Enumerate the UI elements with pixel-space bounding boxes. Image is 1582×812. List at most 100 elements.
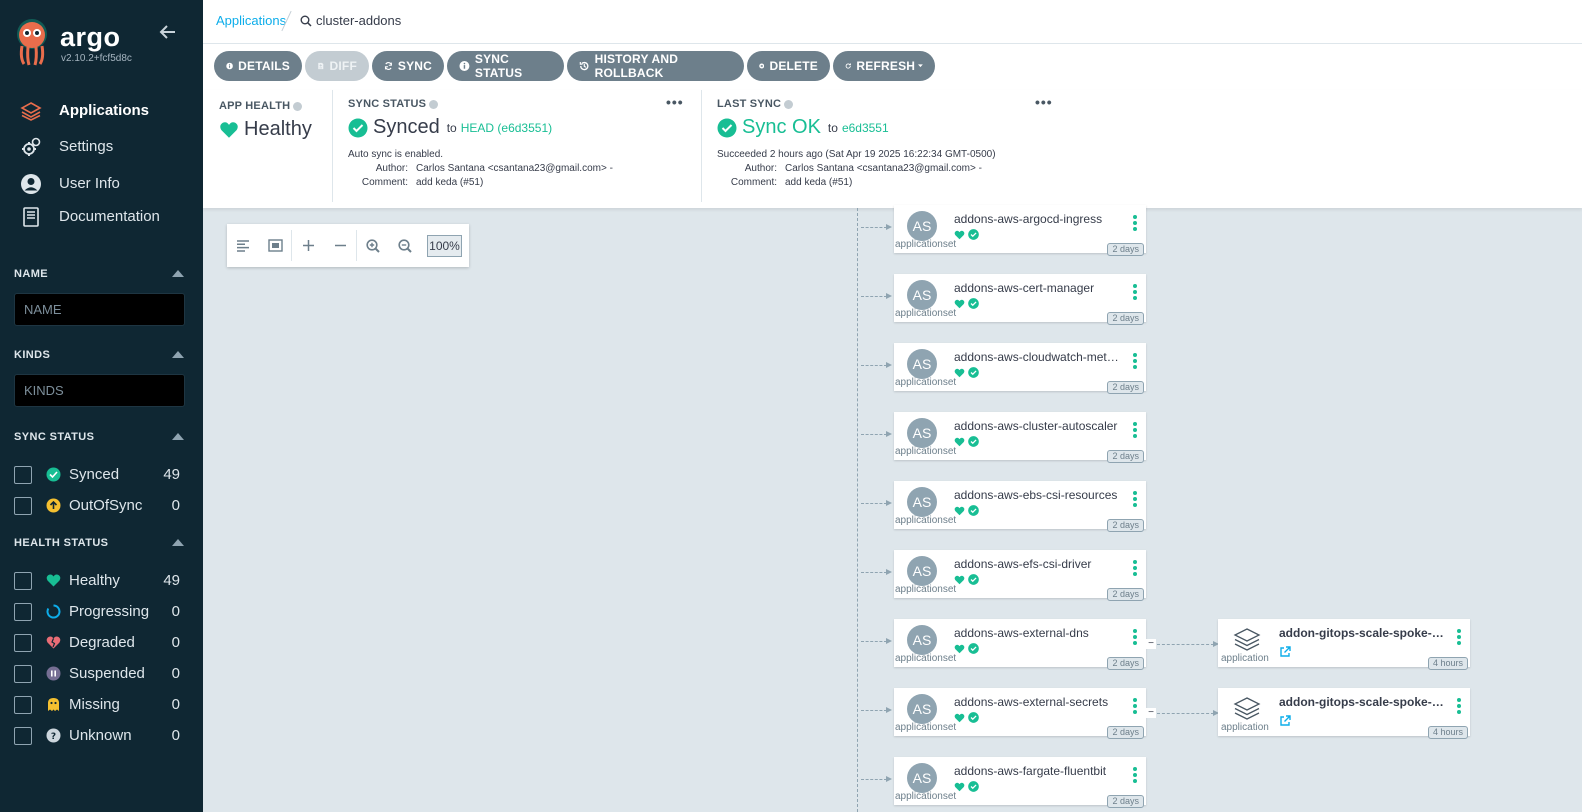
zoom-out-button[interactable]: [389, 224, 421, 267]
history-rollback-button[interactable]: HISTORY AND ROLLBACK: [567, 51, 744, 81]
last-sync-revision-link[interactable]: e6d3551: [842, 121, 889, 135]
kinds-filter-input[interactable]: [14, 374, 185, 407]
filter-label: Healthy: [69, 572, 120, 589]
checkbox[interactable]: [14, 602, 32, 621]
fit-view-button[interactable]: [259, 224, 291, 267]
node-status-icons: [954, 781, 979, 792]
argo-logo-icon[interactable]: [14, 18, 50, 66]
checkbox[interactable]: [14, 496, 32, 515]
name-filter-title[interactable]: NAME: [14, 268, 186, 282]
last-sync-label: LAST SYNC: [717, 98, 1057, 110]
help-icon[interactable]: [293, 101, 303, 111]
last-sync-to-label: to: [827, 120, 838, 135]
refresh-button[interactable]: REFRESH: [833, 51, 935, 81]
filter-degraded[interactable]: Degraded 0: [14, 627, 186, 658]
applicationset-node[interactable]: AS addons-aws-efs-csi-driver application…: [894, 550, 1146, 601]
filter-synced[interactable]: Synced 49: [14, 459, 186, 490]
tree-edge: [861, 710, 887, 711]
collapse-children-button[interactable]: −: [1146, 639, 1156, 649]
node-menu-button[interactable]: [1133, 629, 1137, 647]
collapse-sidebar-icon[interactable]: [158, 22, 178, 42]
expand-all-button[interactable]: [292, 224, 324, 267]
name-filter-input[interactable]: [14, 293, 185, 326]
gears-icon: [22, 137, 41, 156]
last-sync-comment-row: Comment: add keda (#51): [730, 177, 853, 188]
collapse-children-button[interactable]: −: [1146, 708, 1156, 718]
node-menu-button[interactable]: [1133, 284, 1137, 302]
node-status-icons: [954, 367, 979, 378]
filter-missing[interactable]: Missing 0: [14, 689, 186, 720]
checkbox[interactable]: [14, 695, 32, 714]
node-menu-button[interactable]: [1457, 629, 1461, 647]
node-menu-button[interactable]: [1133, 767, 1137, 785]
sync-status-more-button[interactable]: •••: [666, 94, 684, 110]
applicationset-node[interactable]: AS addons-aws-cloudwatch-metr... applica…: [894, 343, 1146, 394]
list-view-button[interactable]: [227, 224, 259, 267]
main-nav: Applications Settings User Info Document…: [0, 93, 203, 234]
last-sync-author-row: Author: Carlos Santana <csantana23@gmail.…: [744, 163, 982, 174]
node-menu-button[interactable]: [1457, 698, 1461, 716]
collapse-triangle-icon[interactable]: [172, 270, 184, 277]
breadcrumb-applications[interactable]: Applications: [216, 13, 286, 28]
filter-label: Unknown: [69, 727, 132, 744]
sync-status-filter-title[interactable]: SYNC STATUS: [14, 431, 186, 445]
checkbox[interactable]: [14, 664, 32, 683]
external-link-icon[interactable]: [1279, 715, 1291, 727]
diff-button[interactable]: DIFF: [305, 51, 369, 81]
filter-unknown[interactable]: ? Unknown 0: [14, 720, 186, 751]
filter-progressing[interactable]: Progressing 0: [14, 596, 186, 627]
sync-button[interactable]: SYNC: [372, 51, 444, 81]
external-link-icon[interactable]: [1279, 646, 1291, 658]
kinds-filter-title[interactable]: KINDS: [14, 349, 186, 363]
node-age-badge: 2 days: [1107, 381, 1144, 394]
heart-icon: [954, 506, 965, 515]
applicationset-node[interactable]: AS addons-aws-external-dns applicationse…: [894, 619, 1146, 670]
applicationset-node[interactable]: AS addons-aws-external-secrets applicati…: [894, 688, 1146, 739]
sync-status-button[interactable]: SYNC STATUS: [447, 51, 564, 81]
node-menu-button[interactable]: [1133, 422, 1137, 440]
node-menu-button[interactable]: [1133, 353, 1137, 371]
applicationset-node[interactable]: AS addons-aws-fargate-fluentbit applicat…: [894, 757, 1146, 808]
help-icon[interactable]: [784, 99, 794, 109]
nav-label: Documentation: [59, 208, 160, 225]
collapse-triangle-icon[interactable]: [172, 351, 184, 358]
applicationset-node[interactable]: AS addons-aws-cert-manager applicationse…: [894, 274, 1146, 325]
heart-icon: [954, 782, 965, 791]
application-node[interactable]: addon-gitops-scale-spoke-de... applicati…: [1218, 688, 1470, 739]
zoom-level[interactable]: 100%: [427, 234, 462, 257]
checkbox[interactable]: [14, 726, 32, 745]
delete-button[interactable]: DELETE: [747, 51, 830, 81]
nav-item-user-info[interactable]: User Info: [0, 166, 203, 201]
checkbox[interactable]: [14, 633, 32, 652]
tree-edge: [861, 296, 887, 297]
application-node[interactable]: addon-gitops-scale-spoke-de... applicati…: [1218, 619, 1470, 670]
sync-revision-link[interactable]: HEAD (e6d3551): [461, 121, 552, 135]
nav-item-applications[interactable]: Applications: [0, 93, 203, 128]
node-menu-button[interactable]: [1133, 215, 1137, 233]
details-button[interactable]: DETAILS: [214, 51, 302, 81]
collapse-triangle-icon[interactable]: [172, 433, 184, 440]
node-menu-button[interactable]: [1133, 560, 1137, 578]
last-sync-more-button[interactable]: •••: [1035, 94, 1053, 110]
nav-item-settings[interactable]: Settings: [0, 129, 203, 164]
node-title: addons-aws-ebs-csi-resources: [954, 488, 1118, 502]
breadcrumb-current[interactable]: cluster-addons: [300, 13, 401, 28]
nav-item-documentation[interactable]: Documentation: [0, 199, 203, 234]
checkbox[interactable]: [14, 465, 32, 484]
tree-edge: [1157, 644, 1214, 645]
node-menu-button[interactable]: [1133, 491, 1137, 509]
zoom-in-button[interactable]: [357, 224, 389, 267]
filter-healthy[interactable]: Healthy 49: [14, 565, 186, 596]
help-icon[interactable]: [429, 99, 439, 109]
node-menu-button[interactable]: [1133, 698, 1137, 716]
filter-outofsync[interactable]: OutOfSync 0: [14, 490, 186, 521]
divider: [701, 90, 702, 202]
checkbox[interactable]: [14, 571, 32, 590]
applicationset-node[interactable]: AS addons-aws-argocd-ingress application…: [894, 205, 1146, 256]
applicationset-node[interactable]: AS addons-aws-ebs-csi-resources applicat…: [894, 481, 1146, 532]
collapse-triangle-icon[interactable]: [172, 539, 184, 546]
collapse-all-button[interactable]: [324, 224, 356, 267]
filter-suspended[interactable]: Suspended 0: [14, 658, 186, 689]
health-status-filter-title[interactable]: HEALTH STATUS: [14, 537, 186, 551]
applicationset-node[interactable]: AS addons-aws-cluster-autoscaler applica…: [894, 412, 1146, 463]
